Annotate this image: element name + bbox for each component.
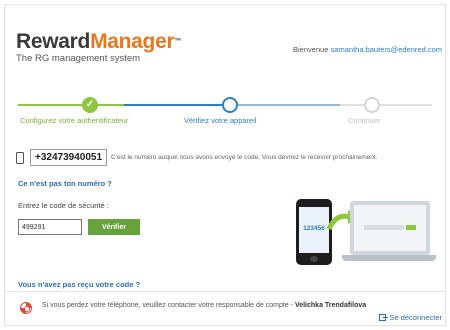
logo-tm: ™: [174, 38, 182, 45]
logout-label: Se déconnecter: [389, 313, 442, 322]
logo-tagline: The RG management system: [16, 53, 141, 64]
lost-phone-text: Si vous perdez votre téléphone, veuillez…: [42, 302, 293, 309]
step-3-label: Continuer: [348, 116, 381, 125]
stepper-line-pending: [340, 104, 432, 106]
logo-reward: Reward: [16, 30, 91, 53]
security-code-label: Entrez le code de sécurité :: [18, 201, 109, 210]
welcome-prefix: Bienvenue: [293, 45, 329, 54]
step-3-circle-icon: [364, 97, 380, 113]
phone-number-row: +32473940051 C'est le numéro auquel nous…: [16, 149, 377, 166]
phone-number: +32473940051: [30, 149, 108, 166]
stepper-line-done: [18, 104, 124, 106]
step-2-label: Vérifiez votre appareil: [184, 116, 257, 125]
step-1-check-icon: ✓: [82, 97, 98, 113]
user-email: samantha.bauters@edenred.com: [330, 45, 442, 54]
lifebuoy-icon: [20, 302, 32, 314]
footer-divider: [4, 291, 446, 292]
lost-phone-note: Si vous perdez votre téléphone, veuillez…: [42, 302, 366, 309]
progress-stepper: ✓ Configurez votre authentificateur Véri…: [14, 92, 434, 128]
not-your-number-link[interactable]: Ce n'est pas ton numéro ?: [18, 179, 112, 188]
stepper-line-active: [124, 104, 230, 106]
code-not-received-link[interactable]: Vous n'avez pas reçu votre code ?: [18, 280, 140, 289]
logo-manager: Manager: [90, 30, 175, 53]
welcome-text: Bienvenue samantha.bauters@edenred.com: [293, 45, 442, 54]
smartphone-code: 123456: [299, 207, 329, 253]
step-1-label: Configurez votre authentificateur: [20, 116, 129, 125]
phone-note: C'est le numéro auquel nous avons envoyé…: [111, 154, 378, 161]
laptop-illustration: [350, 201, 430, 255]
reward-manager-logo: RewardManager™ The RG management system: [16, 30, 182, 64]
device-illustration: 123456: [296, 195, 436, 267]
stepper-line-next: [230, 104, 340, 106]
step-2-circle-icon: [222, 97, 238, 113]
security-code-input[interactable]: [18, 219, 82, 235]
verify-button[interactable]: Vérifier: [88, 219, 140, 235]
account-manager-name: Velichka Trendafilova: [294, 302, 367, 309]
mobile-phone-icon: [16, 151, 24, 164]
logout-link[interactable]: Se déconnecter: [379, 313, 442, 322]
logout-icon: [379, 314, 389, 321]
